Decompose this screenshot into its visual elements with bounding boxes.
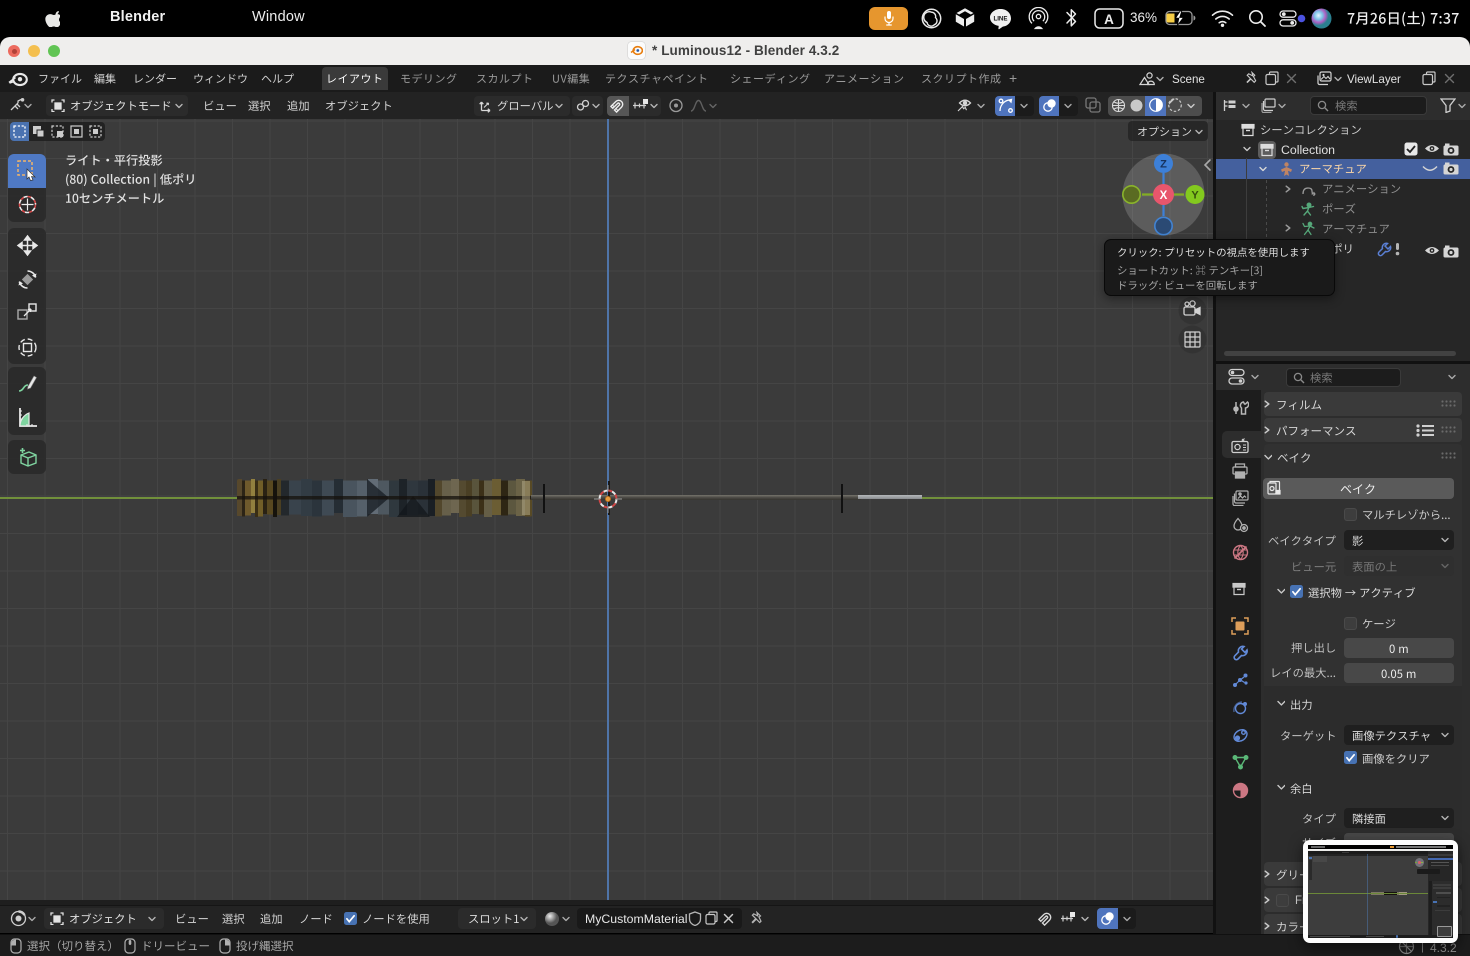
svg-text:X: X: [1160, 190, 1168, 202]
svg-text:A: A: [1104, 12, 1114, 27]
svg-text:Y: Y: [1191, 190, 1199, 202]
svg-text:LINE: LINE: [993, 15, 1007, 22]
svg-text:Z: Z: [1160, 159, 1167, 171]
